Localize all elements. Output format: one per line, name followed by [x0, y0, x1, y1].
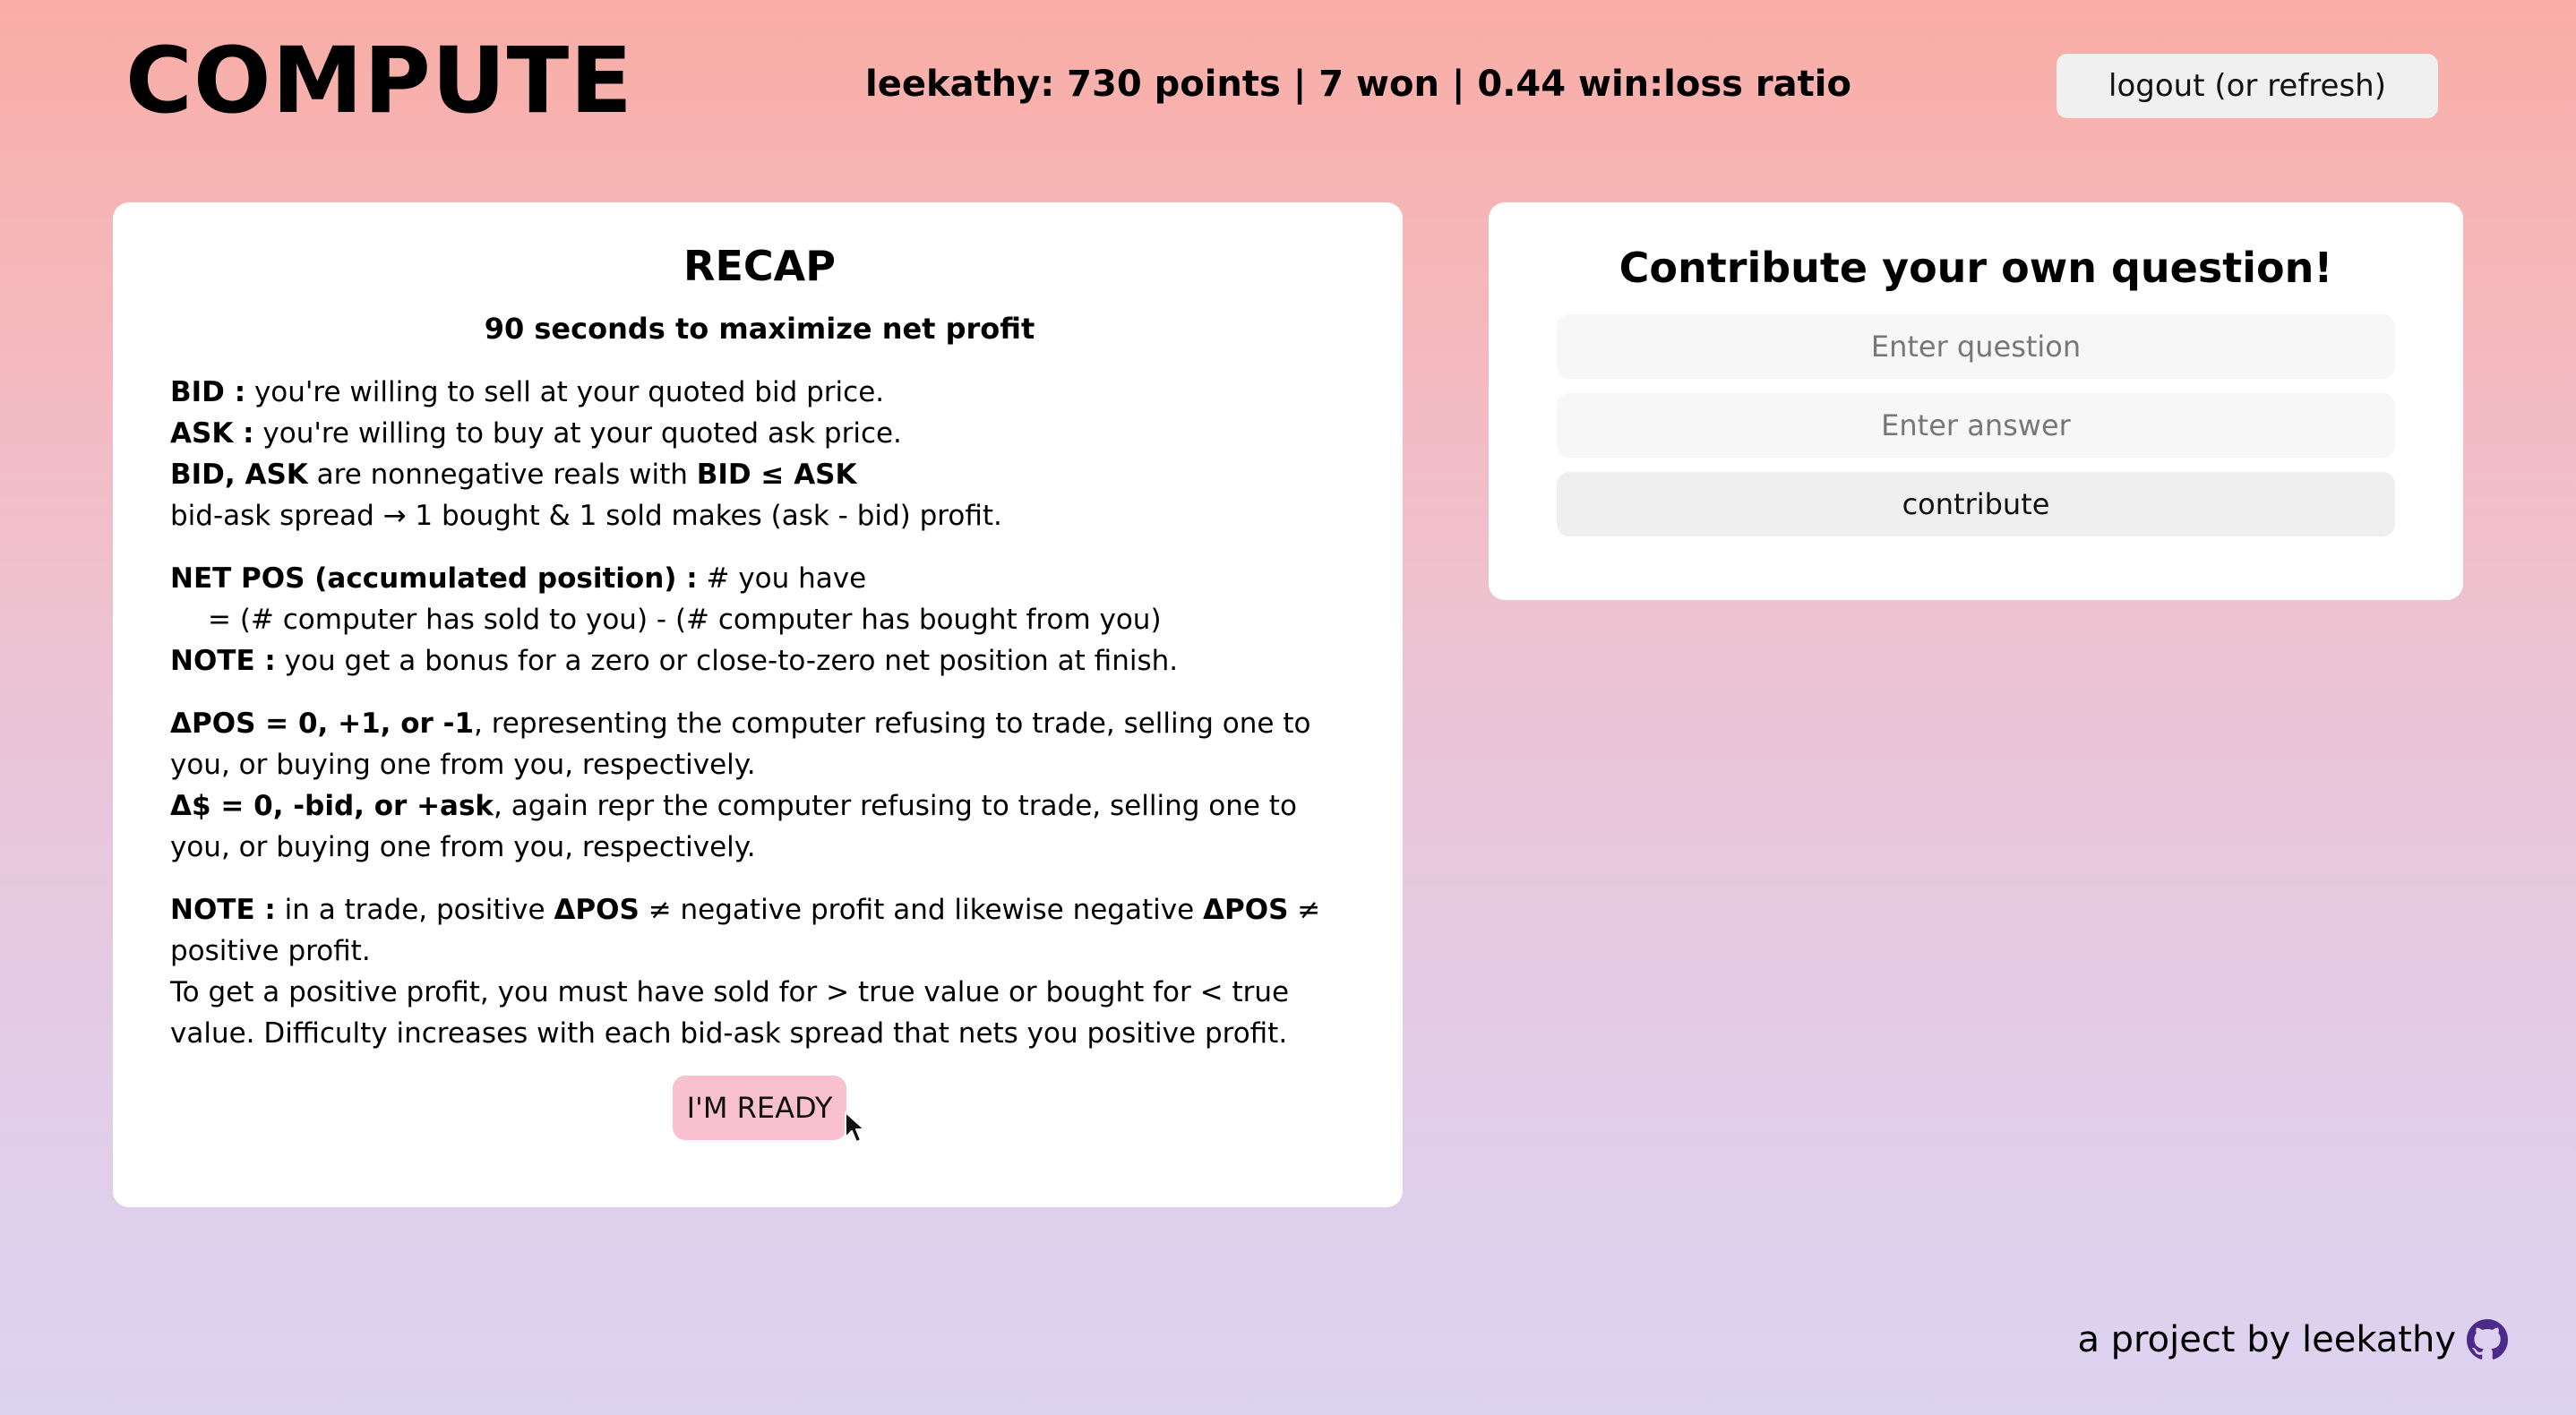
delta-cash-definition: Δ$ = 0, -bid, or +ask, again repr the co…: [170, 785, 1349, 868]
bid-ask-constraint: BID, ASK are nonnegative reals with BID …: [170, 454, 1349, 495]
delta-paragraph: ΔPOS = 0, +1, or -1, representing the co…: [170, 703, 1349, 868]
contribute-card: Contribute your own question! contribute: [1489, 202, 2463, 600]
net-pos-formula: = (# computer has sold to you) - (# comp…: [208, 603, 1162, 636]
recap-card: RECAP 90 seconds to maximize net profit …: [113, 202, 1403, 1207]
app-logo: COMPUTE: [125, 28, 633, 134]
ask-definition: ASK : you're willing to buy at your quot…: [170, 413, 1349, 454]
bid-text: you're willing to sell at your quoted bi…: [245, 375, 885, 408]
net-pos-definition: NET POS (accumulated position) : # you h…: [170, 558, 1349, 599]
profit-note-paragraph: NOTE : in a trade, positive ΔPOS ≠ negat…: [170, 889, 1349, 1054]
bid-ask-text: are nonnegative reals with: [307, 458, 697, 491]
delta-cash-label: Δ$ = 0, -bid, or +ask: [170, 789, 494, 822]
delta-pos-term: ΔPOS: [554, 893, 640, 926]
delta-pos-label: ΔPOS = 0, +1, or -1: [170, 707, 475, 740]
user-stats: leekathy: 730 points | 7 won | 0.44 win:…: [865, 64, 1851, 105]
note-text: you get a bonus for a zero or close-to-z…: [275, 644, 1179, 677]
github-icon[interactable]: [2467, 1319, 2508, 1360]
contribute-title: Contribute your own question!: [1619, 244, 2333, 292]
bid-ask-paragraph: BID : you're willing to sell at your quo…: [170, 372, 1349, 536]
bid-definition: BID : you're willing to sell at your quo…: [170, 372, 1349, 413]
bid-ask-relation: BID ≤ ASK: [696, 458, 857, 491]
spread-definition: bid-ask spread → 1 bought & 1 sold makes…: [170, 499, 1002, 532]
recap-title: RECAP: [683, 242, 836, 290]
bid-ask-label: BID, ASK: [170, 458, 308, 491]
note-text: in a trade, positive: [275, 893, 554, 926]
note-label: NOTE :: [170, 644, 276, 677]
recap-subtitle: 90 seconds to maximize net profit: [484, 312, 1035, 347]
delta-pos-definition: ΔPOS = 0, +1, or -1, representing the co…: [170, 703, 1349, 785]
bid-label: BID :: [170, 375, 246, 408]
note-text: ≠ negative profit and likewise negative: [639, 893, 1204, 926]
ask-text: you're willing to buy at your quoted ask…: [253, 416, 902, 450]
question-input[interactable]: [1557, 314, 2395, 380]
note-label: NOTE :: [170, 893, 276, 926]
logout-button[interactable]: logout (or refresh): [2057, 54, 2438, 118]
net-pos-label: NET POS (accumulated position) :: [170, 562, 698, 595]
footer-credit: a project by leekathy: [2077, 1318, 2508, 1361]
net-pos-note: NOTE : you get a bonus for a zero or clo…: [170, 640, 1349, 682]
mouse-cursor-icon: [845, 1111, 865, 1143]
answer-input[interactable]: [1557, 393, 2395, 459]
delta-pos-term: ΔPOS: [1203, 893, 1289, 926]
profit-note: NOTE : in a trade, positive ΔPOS ≠ negat…: [170, 889, 1349, 972]
contribute-button[interactable]: contribute: [1557, 472, 2395, 537]
net-position-paragraph: NET POS (accumulated position) : # you h…: [170, 558, 1349, 682]
net-pos-text: # you have: [697, 562, 867, 595]
footer-text: a project by leekathy: [2077, 1319, 2456, 1360]
profit-explanation: To get a positive profit, you must have …: [170, 975, 1290, 1050]
ready-button[interactable]: I'M READY: [672, 1075, 847, 1140]
ask-label: ASK :: [170, 416, 254, 450]
